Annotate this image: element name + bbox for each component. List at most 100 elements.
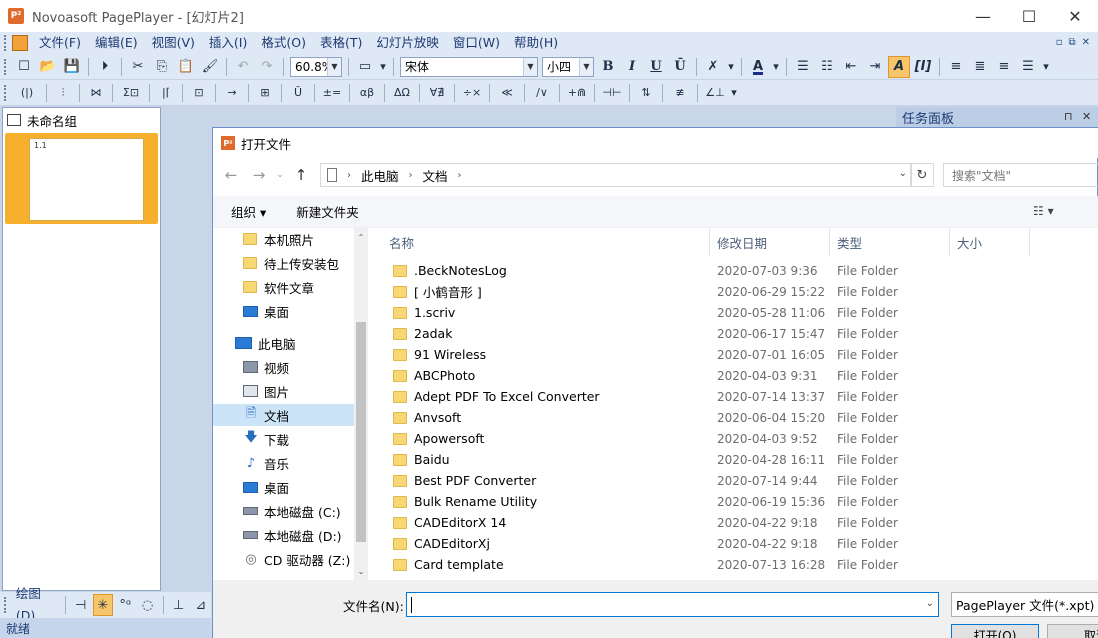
- menu-table[interactable]: 表格(T): [313, 32, 369, 54]
- toolbar-grip[interactable]: [4, 84, 8, 101]
- menu-slideshow[interactable]: 幻灯片放映: [369, 32, 446, 54]
- new-folder-button[interactable]: 新建文件夹: [296, 202, 359, 221]
- chevron-down-icon[interactable]: ▼: [579, 57, 593, 76]
- scroll-thumb[interactable]: [356, 322, 366, 542]
- chevron-down-icon[interactable]: ▾: [771, 56, 781, 78]
- open-folder-icon[interactable]: 📂: [37, 56, 59, 78]
- tree-item[interactable]: 🡇 下载: [243, 428, 354, 450]
- scroll-up-icon[interactable]: ⌃: [354, 230, 368, 244]
- forward-icon[interactable]: →: [245, 163, 273, 187]
- axis-icon[interactable]: ⊥: [169, 594, 189, 616]
- open-button[interactable]: 打开(O): [951, 624, 1039, 638]
- file-row[interactable]: 2adak 2020-06-17 15:47 File Folder: [383, 323, 1098, 344]
- pin-icon[interactable]: ⊓: [1064, 107, 1073, 127]
- up-icon[interactable]: ↑: [287, 163, 315, 187]
- tree-item[interactable]: 待上传安装包: [243, 252, 354, 274]
- column-divider[interactable]: [1029, 228, 1030, 256]
- toolbar-grip[interactable]: [4, 35, 8, 51]
- refresh-icon[interactable]: ↻: [910, 163, 934, 187]
- file-row[interactable]: CADEditorXj 2020-04-22 9:18 File Folder: [383, 533, 1098, 554]
- bullet-list-icon[interactable]: ☷: [816, 56, 838, 78]
- numbered-list-icon[interactable]: ☰: [792, 56, 814, 78]
- file-row[interactable]: [ 小鹤音形 ] 2020-06-29 15:22 File Folder: [383, 281, 1098, 302]
- coordinate-icon[interactable]: ⊿: [191, 594, 211, 616]
- tree-item-selected[interactable]: 🗎 文档: [213, 404, 354, 426]
- close-button[interactable]: ✕: [1052, 0, 1098, 32]
- search-input[interactable]: 搜索"文档": [943, 163, 1098, 187]
- menu-view[interactable]: 视图(V): [145, 32, 202, 54]
- toolbar-grip[interactable]: [4, 58, 8, 75]
- file-type-filter[interactable]: PagePlayer 文件(*.xpt): [951, 592, 1098, 617]
- greek-lower-icon[interactable]: αβ: [355, 82, 379, 104]
- column-divider[interactable]: [709, 228, 710, 256]
- font-combo[interactable]: 宋体 ▼: [400, 56, 538, 77]
- organize-button[interactable]: 组织 ▾: [231, 202, 266, 221]
- column-divider[interactable]: [949, 228, 950, 256]
- file-row[interactable]: Apowersoft 2020-04-03 9:52 File Folder: [383, 428, 1098, 449]
- tree-item[interactable]: 视频: [243, 356, 354, 378]
- chevron-down-icon[interactable]: ▼: [327, 57, 341, 76]
- bowtie-icon[interactable]: ⋈: [85, 82, 107, 104]
- maximize-button[interactable]: ☐: [1006, 0, 1052, 32]
- bold-button[interactable]: B: [597, 56, 619, 78]
- turnstile-icon[interactable]: ⊣⊢: [600, 82, 624, 104]
- swap-arrows-icon[interactable]: ⇅: [635, 82, 657, 104]
- greek-upper-icon[interactable]: ΔΩ: [390, 82, 414, 104]
- set-icon[interactable]: +⋒: [565, 82, 589, 104]
- minimize-button[interactable]: —: [960, 0, 1006, 32]
- box-icon[interactable]: ⊡: [188, 82, 210, 104]
- align-right-icon[interactable]: ≡: [993, 56, 1015, 78]
- tree-item[interactable]: 软件文章: [243, 276, 354, 298]
- arrow-icon[interactable]: →: [221, 82, 243, 104]
- logic-icon[interactable]: ∀∄: [425, 82, 449, 104]
- italic-box-icon[interactable]: [I]: [912, 56, 934, 78]
- toolbar-grip[interactable]: [4, 597, 8, 613]
- chevron-right-icon[interactable]: ›: [347, 170, 351, 181]
- chevron-down-icon[interactable]: ▾: [1041, 56, 1051, 78]
- menu-file[interactable]: 文件(F): [32, 32, 88, 54]
- menu-help[interactable]: 帮助(H): [507, 32, 565, 54]
- chevron-down-icon[interactable]: ⌄: [273, 163, 287, 187]
- operator-icon[interactable]: ÷×: [460, 82, 484, 104]
- paste-icon[interactable]: 📋: [175, 56, 197, 78]
- cut-icon[interactable]: ✂: [127, 56, 149, 78]
- tree-item[interactable]: ♪ 音乐: [243, 452, 354, 474]
- pin-icon[interactable]: ⊣: [71, 594, 91, 616]
- back-icon[interactable]: ←: [217, 163, 245, 187]
- tree-scrollbar[interactable]: ⌃ ⌄: [354, 228, 368, 580]
- accent-icon[interactable]: Ŭ: [287, 82, 309, 104]
- save-icon[interactable]: 💾: [61, 56, 83, 78]
- copy-icon[interactable]: ⎘: [151, 56, 173, 78]
- matrix-icon[interactable]: ⊞: [254, 82, 276, 104]
- filename-input[interactable]: ⌄: [406, 592, 939, 617]
- column-divider[interactable]: [829, 228, 830, 256]
- file-row[interactable]: Best PDF Converter 2020-07-14 9:44 File Fo…: [383, 470, 1098, 491]
- chevron-down-icon[interactable]: ▾: [378, 56, 388, 78]
- chevron-down-icon[interactable]: ⌄: [899, 168, 907, 179]
- address-bar[interactable]: › 此电脑 › 文档 › ⌄: [320, 163, 912, 187]
- angle-icon[interactable]: ∠⊥: [703, 82, 727, 104]
- not-equal-icon[interactable]: ≢: [668, 82, 692, 104]
- chevron-right-icon[interactable]: ›: [458, 170, 462, 181]
- file-row[interactable]: .BeckNotesLog 2020-07-03 9:36 File Folder: [383, 260, 1098, 281]
- bracket-icon[interactable]: |⌈: [155, 82, 177, 104]
- tree-item[interactable]: 本机照片: [243, 228, 354, 250]
- chevron-down-icon[interactable]: ▼: [523, 57, 537, 76]
- view-options-icon[interactable]: ☷ ▾: [1033, 204, 1054, 218]
- file-row[interactable]: 1.scriv 2020-05-28 11:06 File Folder: [383, 302, 1098, 323]
- italic-button[interactable]: I: [621, 56, 643, 78]
- column-type[interactable]: 类型: [831, 228, 949, 256]
- fraction-icon[interactable]: ⫶: [52, 82, 74, 104]
- redo-icon[interactable]: ↷: [256, 56, 278, 78]
- tree-item[interactable]: 桌面: [243, 300, 354, 322]
- menu-insert[interactable]: 插入(I): [202, 32, 254, 54]
- plus-minus-icon[interactable]: ±=: [320, 82, 344, 104]
- font-color-button[interactable]: A: [747, 56, 769, 78]
- mdi-minimize-button[interactable]: ▫: [1056, 32, 1063, 54]
- new-icon[interactable]: ☐: [13, 56, 35, 78]
- increase-indent-icon[interactable]: ⇥: [864, 56, 886, 78]
- overline-button[interactable]: Ū: [669, 56, 691, 78]
- file-row[interactable]: Anvsoft 2020-06-04 15:20 File Folder: [383, 407, 1098, 428]
- file-row[interactable]: Adept PDF To Excel Converter 2020-07-14 1…: [383, 386, 1098, 407]
- column-size[interactable]: 大小: [951, 228, 1031, 256]
